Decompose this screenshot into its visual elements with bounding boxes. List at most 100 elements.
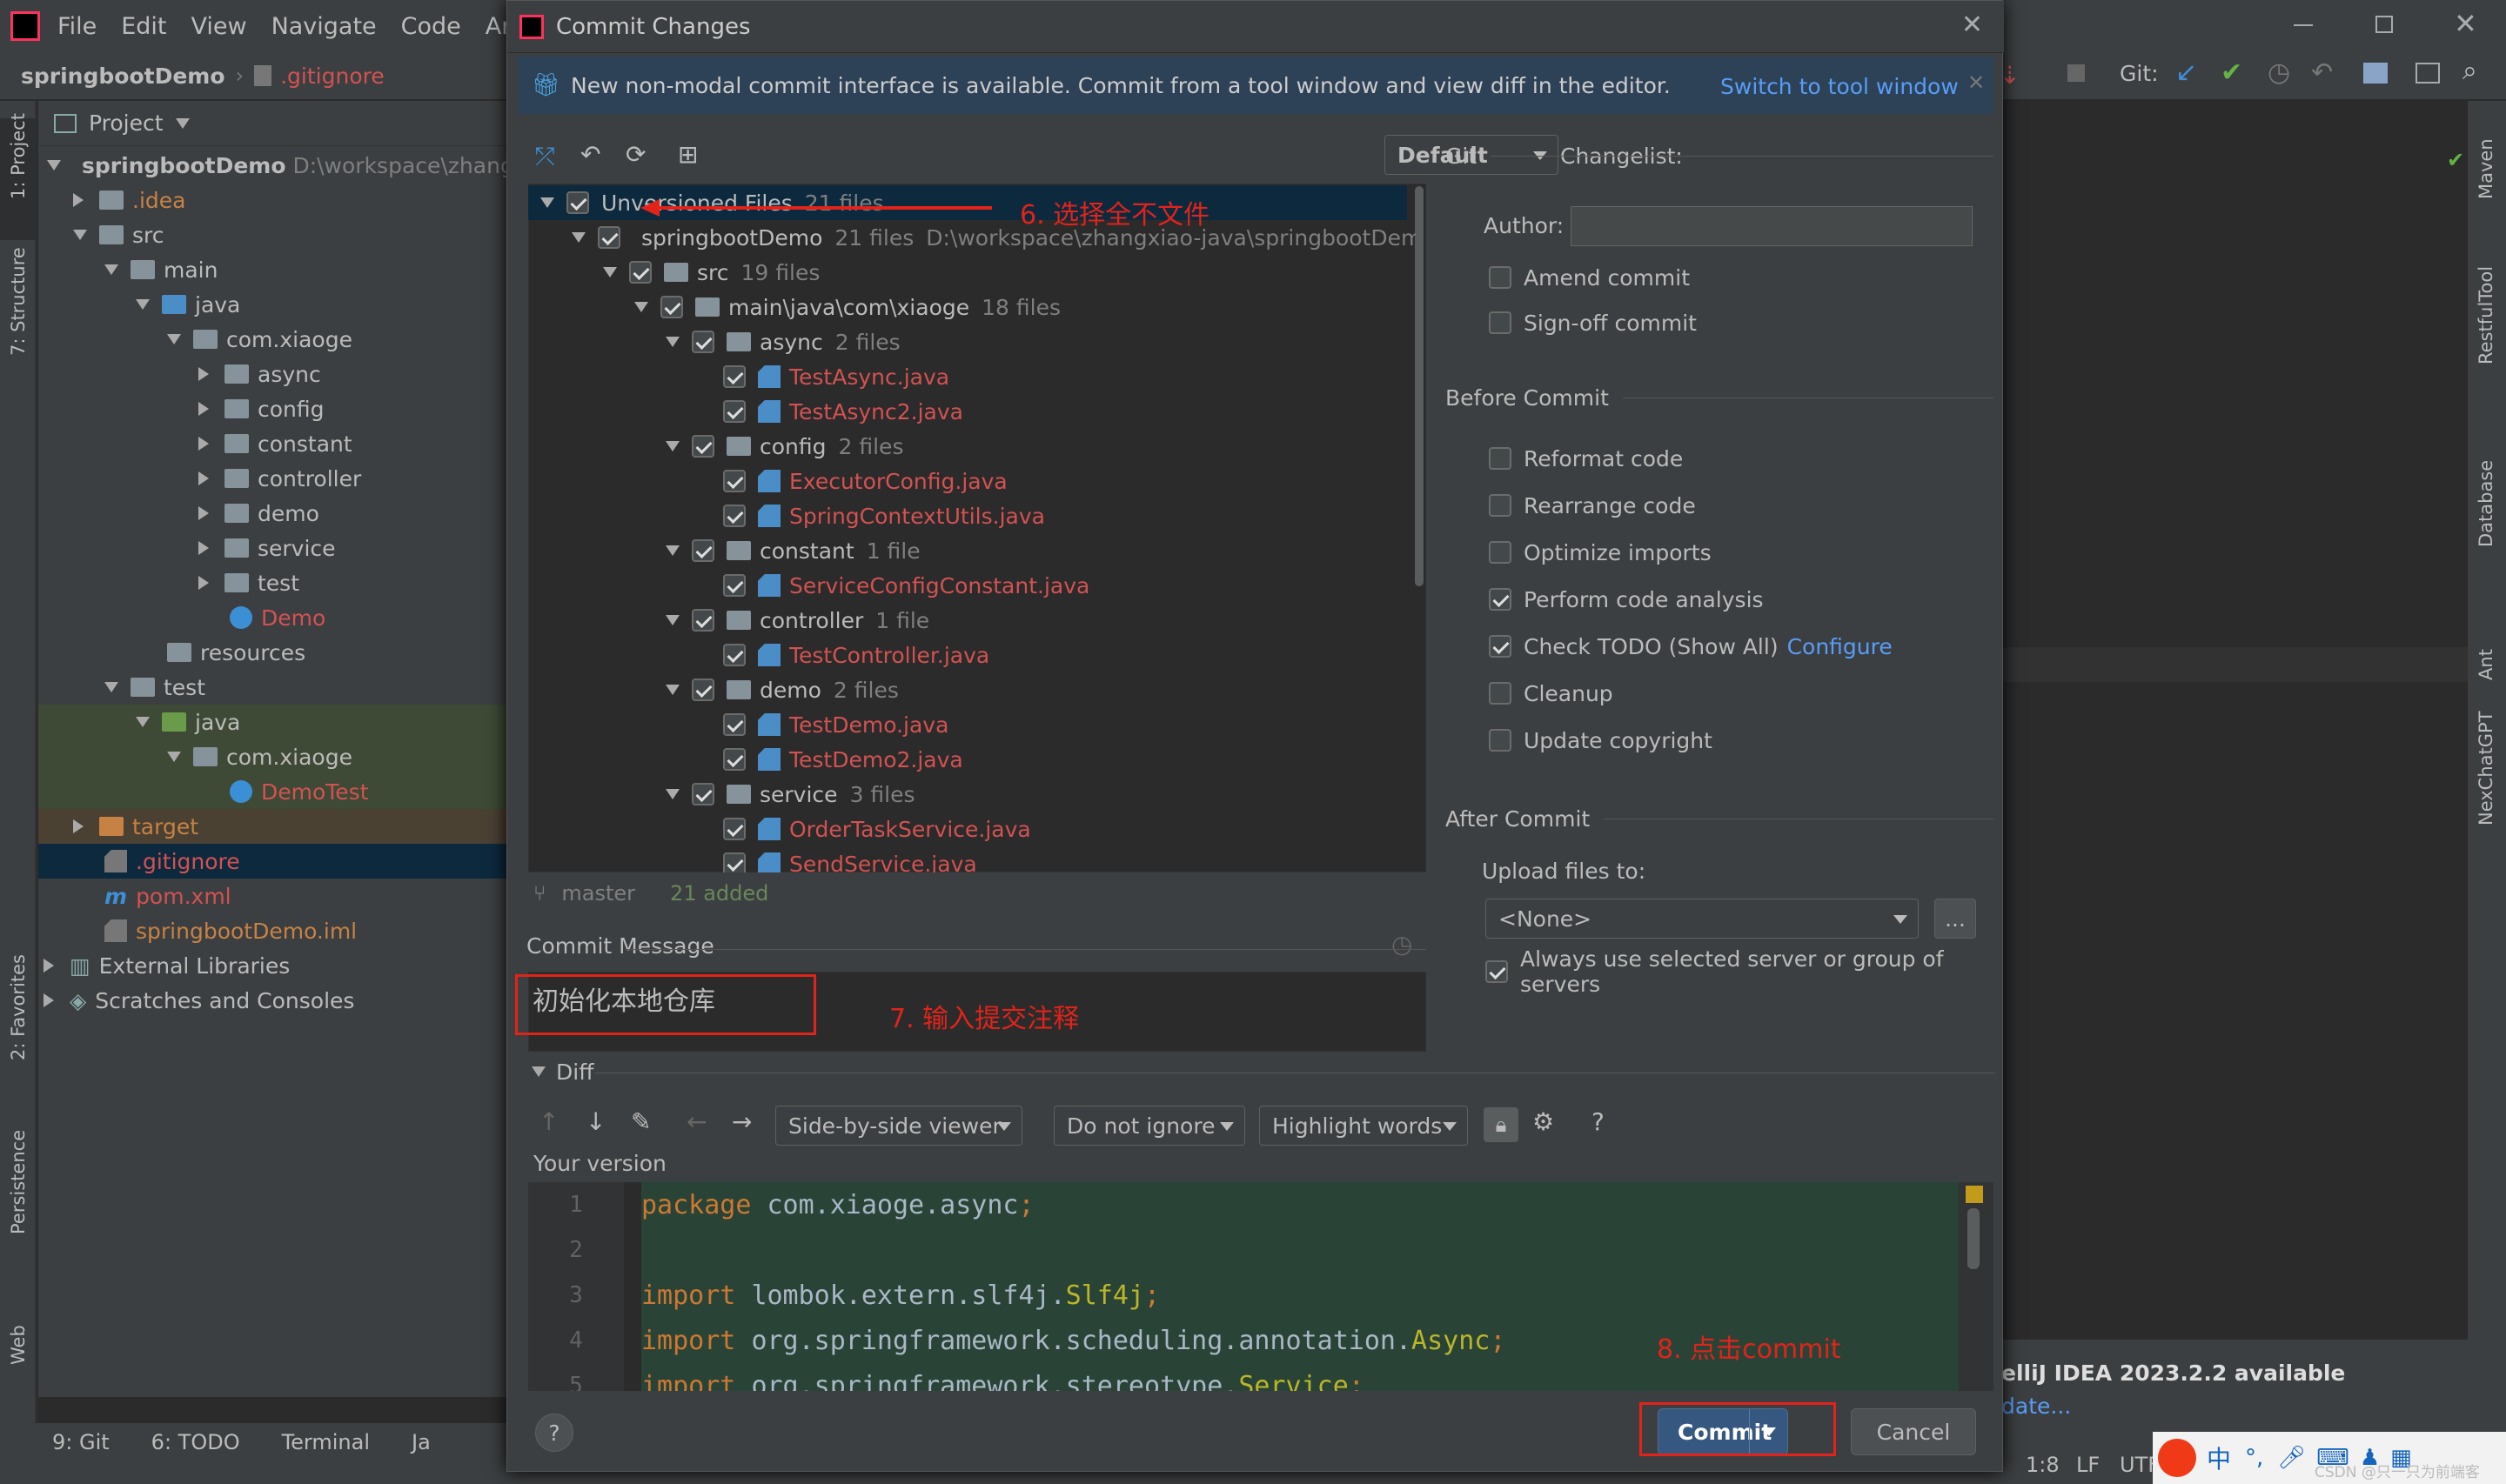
ignore-select[interactable]: Do not ignore [1054,1106,1245,1146]
tree-item[interactable]: ◈ Scratches and Consoles [38,983,506,1018]
tab-nexchatgpt[interactable]: NexChatGPT [2468,710,2504,901]
changes-tree-row[interactable]: SendService.java [528,846,1407,872]
include-checkbox[interactable] [692,678,714,701]
changes-tree-row[interactable]: springbootDemo 21 files D:\workspace\zhang… [528,220,1416,255]
layout-icon[interactable] [2416,63,2440,84]
tab-todo[interactable]: 6: TODO [151,1430,240,1454]
prev-diff-icon[interactable]: ↑ [539,1107,559,1136]
option-checkbox[interactable] [1489,682,1511,705]
before-commit-option[interactable]: Cleanup [1489,676,1613,711]
caret-position[interactable]: 1:8 [2026,1453,2060,1477]
chevron-down-icon[interactable] [603,267,617,277]
browse-servers-button[interactable]: ... [1934,899,1976,939]
changes-tree-row[interactable]: config 2 files [528,429,1407,464]
refresh-icon[interactable]: ⟳ [626,140,646,169]
option-checkbox[interactable] [1489,635,1511,658]
tree-item[interactable]: async [38,357,506,391]
switch-to-tool-window-link[interactable]: Switch to tool window [1720,74,1959,99]
tree-item[interactable]: main [38,252,506,287]
tab-maven[interactable]: Maven [2468,118,2504,240]
tree-item[interactable]: m pom.xml [38,879,506,913]
include-checkbox[interactable] [723,818,746,840]
lock-icon[interactable]: 🔒︎ [1484,1107,1518,1142]
diff-scrollbar[interactable] [1959,1182,1993,1391]
message-history-icon[interactable]: ◷ [1391,930,1412,959]
option-checkbox[interactable] [1489,541,1511,564]
chevron-down-icon[interactable] [666,615,680,625]
viewer-select[interactable]: Side-by-side viewer [775,1106,1022,1146]
ime-punct-icon[interactable]: °, [2245,1445,2263,1471]
include-checkbox[interactable] [723,365,746,388]
git-update-icon[interactable]: ↙ [2175,57,2197,88]
tree-item[interactable]: src [38,217,506,252]
tree-item[interactable]: Demo [38,600,506,635]
tree-item[interactable]: test [38,565,506,600]
history-icon[interactable]: ◷ [2268,57,2290,88]
changes-tree-row[interactable]: TestController.java [528,638,1407,672]
tree-item[interactable]: ▥ External Libraries [38,948,506,983]
upload-server-select[interactable]: <None> [1485,899,1919,939]
notification-link[interactable]: date... [2001,1394,2071,1419]
always-use-server-checkbox[interactable]: Always use selected server or group of s… [1485,946,2002,997]
next-diff-icon[interactable]: ↓ [586,1107,606,1136]
close-window-icon[interactable]: ✕ [2454,7,2477,40]
settings-icon[interactable]: ⚙ [1532,1107,1554,1136]
next-file-icon[interactable]: → [732,1107,752,1136]
search-everywhere-icon[interactable]: ⌕ [2462,56,2477,86]
changes-tree-row[interactable]: src 19 files [528,255,1407,290]
tree-item[interactable]: test [38,670,506,705]
option-checkbox[interactable] [1489,588,1511,611]
before-commit-option[interactable]: Check TODO (Show All) Configure [1489,629,1893,664]
tab-terminal[interactable]: Terminal [282,1430,370,1454]
option-checkbox[interactable] [1489,494,1511,517]
project-structure-icon[interactable] [2363,63,2388,84]
help-icon[interactable]: ? [1591,1107,1605,1136]
tree-item[interactable]: springbootDemo D:\workspace\zhang [38,148,514,183]
menu-edit[interactable]: Edit [121,13,166,40]
changes-tree-row[interactable]: TestAsync.java [528,359,1407,394]
tab-ant[interactable]: Ant [2468,623,2504,701]
include-checkbox[interactable] [692,783,714,806]
git-commit-icon[interactable]: ✔ [2221,57,2242,88]
include-checkbox[interactable] [723,574,746,597]
include-checkbox[interactable] [629,261,652,284]
include-checkbox[interactable] [692,331,714,353]
include-checkbox[interactable] [692,435,714,458]
chevron-down-icon[interactable] [634,302,648,312]
scrollbar[interactable] [1415,186,1424,586]
breadcrumb-project[interactable]: springbootDemo [21,64,225,89]
changes-tree-row[interactable]: OrderTaskService.java [528,812,1407,846]
include-checkbox[interactable] [723,470,746,492]
rollback-icon[interactable]: ↶ [580,140,600,169]
configure-link[interactable]: Configure [1787,634,1893,659]
include-checkbox[interactable] [692,539,714,562]
changes-tree-row[interactable]: SpringContextUtils.java [528,498,1407,533]
changes-tree-row[interactable]: demo 2 files [528,672,1407,707]
changes-tree-row[interactable]: service 3 files [528,777,1407,812]
include-checkbox[interactable] [723,505,746,527]
menu-code[interactable]: Code [401,13,461,40]
tree-item[interactable]: java [38,287,506,322]
tab-project[interactable]: 1: Project [0,113,37,240]
highlight-select[interactable]: Highlight words [1259,1106,1468,1146]
tree-item[interactable]: config [38,391,506,426]
include-checkbox[interactable] [566,191,589,214]
tab-favorites[interactable]: 2: Favorites [0,954,37,1119]
before-commit-option[interactable]: Reformat code [1489,441,1683,476]
changes-tree-row[interactable]: constant 1 file [528,533,1407,568]
option-checkbox[interactable] [1489,447,1511,470]
before-commit-option[interactable]: Perform code analysis [1489,582,1764,617]
chevron-down-icon[interactable] [666,441,680,451]
chevron-down-icon[interactable] [175,117,190,129]
stop-icon[interactable] [2067,64,2085,82]
before-commit-option[interactable]: Update copyright [1489,723,1712,758]
tree-item[interactable]: DemoTest [38,774,506,809]
tree-item[interactable]: service [38,531,506,565]
menu-view[interactable]: View [191,13,246,40]
chevron-down-icon[interactable] [666,545,680,556]
rollback-icon[interactable]: ↶ [2311,57,2333,88]
tree-item[interactable]: .idea [38,183,506,217]
include-checkbox[interactable] [660,296,683,318]
tree-item[interactable]: constant [38,426,506,461]
changes-tree-row[interactable]: TestDemo.java [528,707,1407,742]
